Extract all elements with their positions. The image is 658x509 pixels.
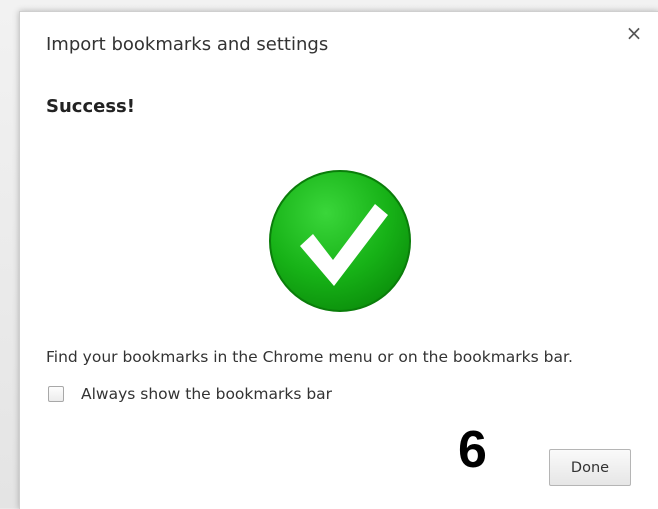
import-bookmarks-dialog: Import bookmarks and settings × Success!… bbox=[19, 11, 658, 509]
checkbox-label[interactable]: Always show the bookmarks bar bbox=[81, 385, 332, 403]
checkmark-success-icon bbox=[267, 168, 413, 314]
done-button[interactable]: Done bbox=[549, 449, 631, 486]
bookmarks-location-message: Find your bookmarks in the Chrome menu o… bbox=[46, 348, 573, 366]
always-show-bookmarks-bar-row[interactable]: Always show the bookmarks bar bbox=[48, 385, 332, 403]
close-icon: × bbox=[625, 21, 643, 45]
step-number-annotation: 6 bbox=[458, 421, 487, 479]
always-show-bookmarks-bar-checkbox[interactable] bbox=[48, 386, 64, 402]
close-button[interactable]: × bbox=[623, 22, 645, 44]
dialog-title: Import bookmarks and settings bbox=[46, 34, 329, 55]
success-heading: Success! bbox=[46, 96, 135, 117]
